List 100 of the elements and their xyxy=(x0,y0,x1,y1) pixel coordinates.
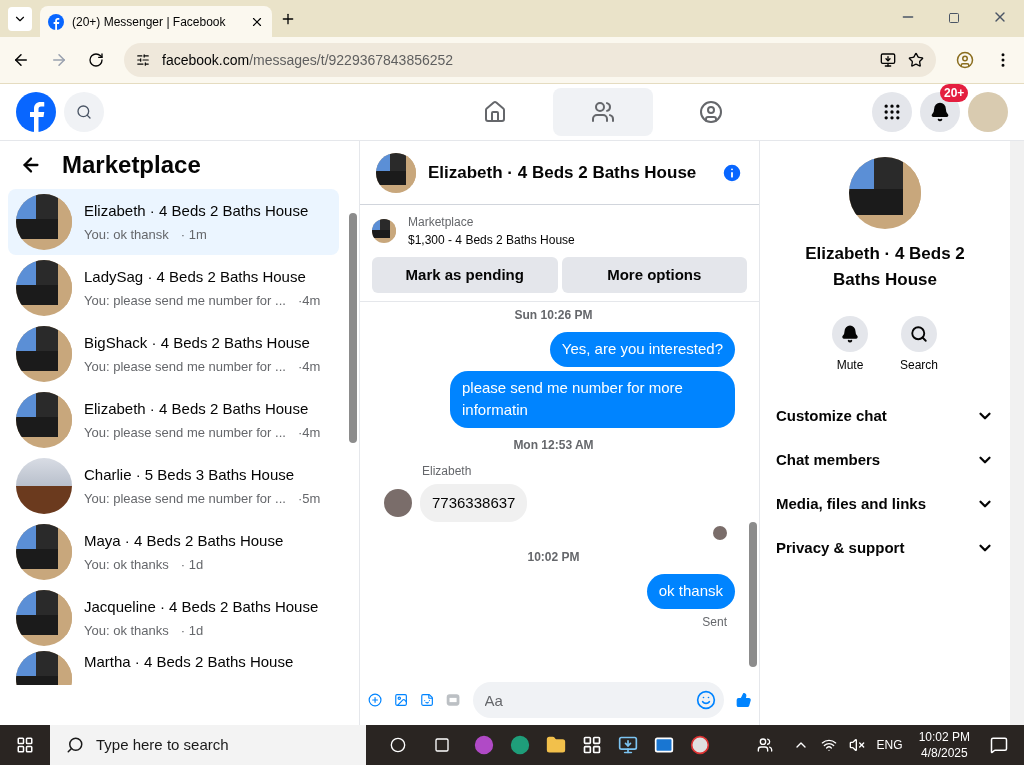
message-preview: You: ok thanks xyxy=(84,621,169,640)
conversation-title: Charlie · 5 Beds 3 Baths House xyxy=(84,465,296,485)
address-bar[interactable]: facebook.com/messages/t/9229367843856252 xyxy=(124,43,936,77)
section-header[interactable]: Media, files and links xyxy=(776,482,994,526)
message-preview: You: ok thanks xyxy=(84,555,169,574)
notifications-icon[interactable] xyxy=(990,736,1008,754)
section-header[interactable]: Privacy & support xyxy=(776,526,994,570)
section-header[interactable]: Customize chat xyxy=(776,394,994,438)
info-icon[interactable] xyxy=(721,161,743,184)
mute-speaker-icon[interactable] xyxy=(848,737,865,753)
seen-avatar xyxy=(713,526,727,540)
new-tab-icon[interactable] xyxy=(280,11,296,27)
conversation-title: LadySag · 4 Beds 2 Baths House xyxy=(84,267,307,287)
sender-name: Elizabeth xyxy=(422,462,473,480)
conversation-item[interactable]: Maya · 4 Beds 2 Baths House You: ok thanks · 1d xyxy=(8,519,339,585)
message-preview: You: please send me number for ... xyxy=(84,291,286,310)
conversation-title: BigShack · 4 Beds 2 Baths House xyxy=(84,333,311,353)
taskbar-search[interactable]: Type here to search xyxy=(50,725,366,765)
sidebar-title: Marketplace xyxy=(62,150,201,180)
mail-icon[interactable] xyxy=(654,735,674,755)
photo-placeholder xyxy=(372,219,396,243)
conversation-title: Maya · 4 Beds 2 Baths House xyxy=(84,531,284,551)
menu-grid-button[interactable] xyxy=(872,92,912,132)
message-preview: You: please send me number for ... xyxy=(84,423,286,442)
photo-placeholder xyxy=(16,194,72,250)
profile-icon[interactable] xyxy=(956,51,974,69)
restore-icon[interactable] xyxy=(948,12,960,24)
bookmark-star-icon[interactable] xyxy=(908,52,924,68)
bell-icon xyxy=(930,102,950,122)
message-status: Sent xyxy=(701,613,728,631)
action-button[interactable]: More options xyxy=(561,257,747,293)
install-icon[interactable] xyxy=(880,52,896,68)
message-preview: You: please send me number for ... xyxy=(84,357,286,376)
search-icon xyxy=(76,104,92,120)
sent-message-bubble: ok thansk xyxy=(646,574,735,609)
network-icon[interactable] xyxy=(820,737,837,753)
page-scrollbar[interactable] xyxy=(1010,141,1024,725)
section-header[interactable]: Chat members xyxy=(776,438,994,482)
emoji-icon[interactable] xyxy=(695,690,716,710)
facebook-logo-icon xyxy=(48,13,64,30)
folder-icon[interactable] xyxy=(546,735,566,755)
message-time: ·5m xyxy=(297,489,321,508)
contact-name: Elizabeth · 4 Beds 2 Baths House xyxy=(804,243,966,291)
tab-title: (20+) Messenger | Facebook xyxy=(72,13,227,31)
tab-list-button[interactable] xyxy=(8,7,32,31)
conversation-title: Elizabeth · 4 Beds 2 Baths House xyxy=(84,201,309,221)
search-icon xyxy=(66,736,84,754)
search-button[interactable] xyxy=(901,316,937,352)
sent-message-bubble: Yes, are you interested? xyxy=(549,332,735,367)
message-time: · 1d xyxy=(180,555,204,574)
sent-message-bubble: please send me number for more informatin xyxy=(450,370,735,428)
action-button[interactable]: Mark as pending xyxy=(372,257,558,293)
photo-placeholder xyxy=(16,326,72,382)
photo-placeholder xyxy=(16,590,72,646)
app-icon[interactable] xyxy=(474,735,494,755)
site-settings-icon[interactable] xyxy=(136,53,150,67)
windows-start-icon[interactable] xyxy=(16,736,34,754)
timestamp: Mon 12:53 AM xyxy=(512,436,595,454)
conversation-item[interactable]: Martha · 4 Beds 2 Baths House xyxy=(8,651,339,685)
conversation-item[interactable]: Jacqueline · 4 Beds 2 Baths House You: ok thanks · 1d xyxy=(8,585,339,651)
conversation-title: Martha · 4 Beds 2 Baths House xyxy=(84,652,294,672)
computer-icon[interactable] xyxy=(618,735,638,755)
timestamp: 10:02 PM xyxy=(526,549,581,566)
conversation-item[interactable]: Charlie · 5 Beds 3 Baths House You: please send me number for ... ·5m xyxy=(8,453,339,519)
message-input[interactable]: Aa xyxy=(472,682,724,718)
clock-date: 4/8/2025 xyxy=(920,745,968,761)
facebook-logo-icon[interactable] xyxy=(16,92,56,132)
back-icon[interactable] xyxy=(12,51,30,69)
message-preview: You: ok thansk xyxy=(84,225,169,244)
button-label: Search xyxy=(900,357,938,374)
task-view-icon[interactable] xyxy=(434,737,450,753)
conversation-item[interactable]: Elizabeth · 4 Beds 2 Baths House You: please send me number for ... ·4m xyxy=(8,387,339,453)
reload-icon[interactable] xyxy=(88,52,104,68)
mute-button[interactable] xyxy=(832,316,868,352)
language-indicator[interactable]: ENG xyxy=(876,736,903,754)
friends-icon xyxy=(591,100,615,124)
browser-tab[interactable]: (20+) Messenger | Facebook xyxy=(40,6,272,37)
search-icon xyxy=(910,325,928,343)
listing-title: $1,300 - 4 Beds 2 Baths House xyxy=(408,232,575,249)
chat-title: Elizabeth · 4 Beds 2 Baths House xyxy=(428,161,698,184)
timestamp: Sun 10:26 PM xyxy=(513,307,594,324)
people-icon[interactable] xyxy=(756,737,773,753)
button-label: Mute xyxy=(836,357,864,374)
photo-placeholder xyxy=(16,392,72,448)
message-time: ·4m xyxy=(297,357,321,376)
message-time: ·4m xyxy=(297,291,321,310)
conversation-item[interactable]: BigShack · 4 Beds 2 Baths House You: please send me number for ... ·4m xyxy=(8,321,339,387)
photo-placeholder xyxy=(16,524,72,580)
clock-time: 10:02 PM xyxy=(918,729,970,745)
bell-icon xyxy=(841,325,859,343)
avatar xyxy=(384,488,412,517)
message-time: · 1m xyxy=(180,225,207,244)
cortana-icon[interactable] xyxy=(390,737,406,753)
nav-tab[interactable] xyxy=(553,88,653,136)
conversation-item[interactable]: Elizabeth · 4 Beds 2 Baths House You: ok thansk · 1m xyxy=(8,189,339,255)
conversation-item[interactable]: LadySag · 4 Beds 2 Baths House You: please send me number for ... ·4m xyxy=(8,255,339,321)
home-icon xyxy=(483,100,507,124)
url-text: facebook.com/messages/t/9229367843856252 xyxy=(162,50,455,70)
grid-icon xyxy=(882,102,902,122)
message-time: ·4m xyxy=(297,423,321,442)
